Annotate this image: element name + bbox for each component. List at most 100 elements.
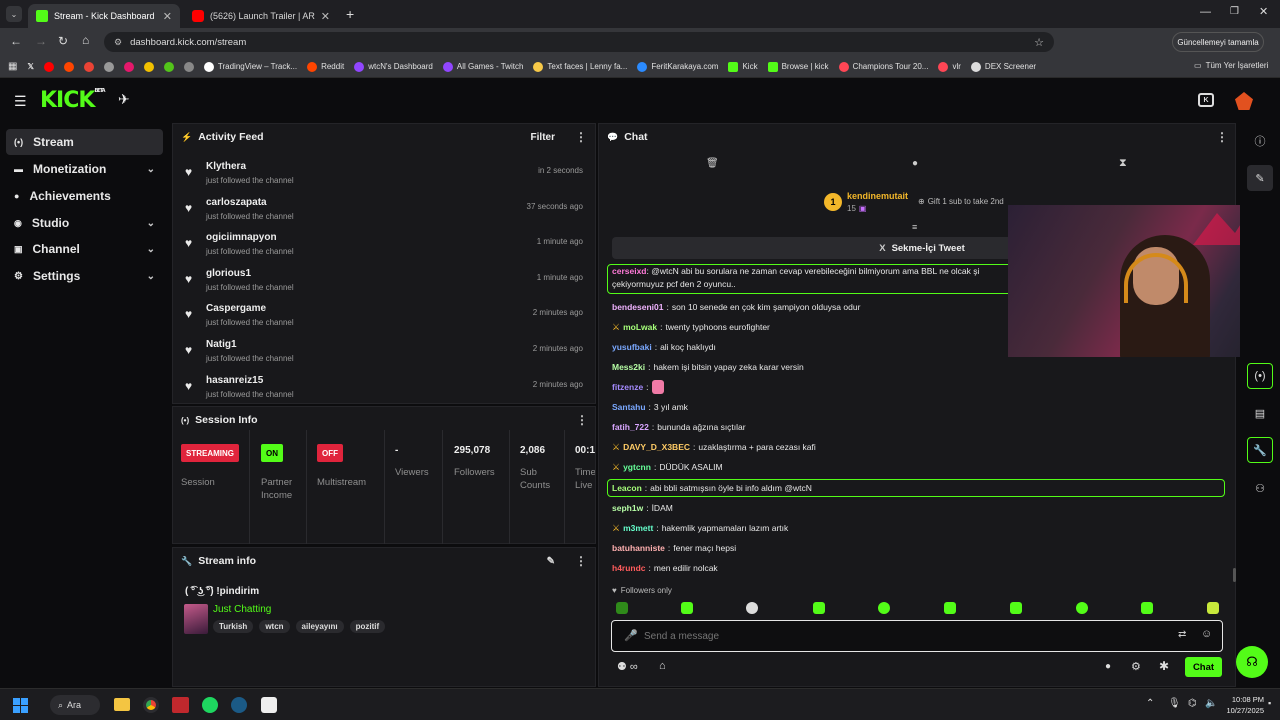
chat-username[interactable]: yusufbaki <box>612 342 652 352</box>
bookmark-wtcn-dashboard[interactable]: wtcN's Dashboard <box>354 61 433 72</box>
chrome-icon[interactable] <box>143 697 159 713</box>
sidebar-item-studio[interactable]: ◉ Studio ⌄ <box>6 210 163 236</box>
sidebar-item-stream[interactable]: (•) Stream <box>6 129 163 155</box>
emote-icon[interactable] <box>1141 602 1153 614</box>
sidebar-item-settings[interactable]: ⚙ Settings ⌄ <box>6 263 163 289</box>
follower-name[interactable]: Natig1 <box>206 339 237 350</box>
tab-search-button[interactable]: ⌄ <box>6 6 22 22</box>
support-headset-button[interactable]: ☊ <box>1236 646 1268 678</box>
chat-username[interactable]: fatih_722 <box>612 422 649 432</box>
follower-name[interactable]: glorious1 <box>206 268 251 279</box>
chat-rules-icon[interactable]: ● <box>1105 661 1111 672</box>
file-explorer-icon[interactable] <box>114 698 130 711</box>
chat-username[interactable]: cerseixd <box>612 266 647 276</box>
more-options-icon[interactable]: ⋮ <box>576 413 588 427</box>
chat-scrollbar[interactable] <box>1233 568 1236 582</box>
multistream-off-badge[interactable]: OFF <box>317 444 343 462</box>
chat-username[interactable]: ygtcnn <box>623 462 651 472</box>
emote-icon[interactable] <box>1207 602 1219 614</box>
chat-username[interactable]: DAVY_D_X3BEC <box>623 442 690 452</box>
chat-username[interactable]: Mess2ki <box>612 362 645 372</box>
kick-logo[interactable]: KICKBETA <box>40 88 106 113</box>
emoji-icon[interactable]: ☺ <box>1201 628 1212 640</box>
sidebar-item-achievements[interactable]: ● Achievements <box>6 183 163 209</box>
more-options-icon[interactable]: ⋮ <box>575 554 587 568</box>
notification-icon[interactable]: ▪ <box>1268 698 1271 708</box>
minimize-window-icon[interactable]: — <box>1200 6 1211 18</box>
bookmark-champions-tour[interactable]: Champions Tour 20... <box>838 61 928 72</box>
game-app-icon[interactable] <box>261 697 277 713</box>
update-button[interactable]: Güncellemeyi tamamla <box>1172 32 1264 52</box>
emote-icon[interactable] <box>1010 602 1022 614</box>
x-icon[interactable]: 𝕏 <box>27 62 33 71</box>
chat-settings-gear-icon[interactable]: ⚙ <box>1131 660 1141 673</box>
windows-start-icon[interactable] <box>13 698 28 713</box>
edit-icon[interactable]: ✎ <box>1247 165 1273 191</box>
bookmark-feritkarakaya[interactable]: FeritKarakaya.com <box>637 61 718 72</box>
spotify-icon[interactable] <box>202 697 218 713</box>
gift-sub-icon[interactable]: ✱ <box>1159 659 1169 673</box>
community-icon[interactable]: ⚇ <box>1247 475 1273 501</box>
emote-icon[interactable] <box>616 602 628 614</box>
chat-input[interactable] <box>644 627 1144 645</box>
bookmark-star-icon[interactable]: ☆ <box>1034 36 1044 49</box>
globe-icon[interactable] <box>183 61 194 72</box>
rocket-icon[interactable]: ✈ <box>118 91 130 108</box>
category-link[interactable]: Just Chatting <box>213 604 271 615</box>
top-gifter-name[interactable]: kendinemutait <box>847 191 908 201</box>
emote-icon[interactable] <box>1076 602 1088 614</box>
follower-name[interactable]: Caspergame <box>206 303 266 314</box>
network-icon[interactable]: ⌬ <box>1188 698 1197 709</box>
chat-username[interactable]: seph1w <box>612 503 643 513</box>
tab-kick-dashboard[interactable]: Stream - Kick Dashboard ✕ <box>28 4 180 28</box>
microphone-tray-icon[interactable]: 🎙 <box>1168 698 1181 709</box>
bookmark-text-faces[interactable]: Text faces | Lenny fa... <box>533 61 627 72</box>
bookmark-dex-screener[interactable]: DEX Screener <box>970 61 1036 72</box>
send-chat-button[interactable]: Chat <box>1185 657 1222 677</box>
wrench-tool-icon[interactable]: 🔧 <box>1247 437 1273 463</box>
chat-input-box[interactable]: 🎤 ⇄ ☺ <box>611 620 1223 652</box>
gift-prompt[interactable]: ⊕ Gift 1 sub to take 2nd <box>918 197 1004 206</box>
filter-button[interactable]: Filter <box>531 132 555 143</box>
microphone-icon[interactable]: 🎤 <box>624 629 638 642</box>
forward-icon[interactable]: → <box>35 34 47 48</box>
close-window-icon[interactable]: ✕ <box>1259 5 1268 18</box>
all-bookmarks-button[interactable]: ▭ Tüm Yer İşaretleri <box>1194 61 1268 70</box>
partner-on-badge[interactable]: ON <box>261 444 283 462</box>
steam-icon[interactable] <box>231 697 247 713</box>
home-icon[interactable]: ⌂ <box>82 33 89 47</box>
chat-username[interactable]: m3mett <box>623 523 653 533</box>
volume-icon[interactable]: 🔈 <box>1205 698 1217 709</box>
gmail-icon[interactable] <box>83 61 94 72</box>
follower-name[interactable]: carloszapata <box>206 197 267 208</box>
bookmark-vlr[interactable]: vlr <box>938 61 961 72</box>
tab-youtube-trailer[interactable]: (5626) Launch Trailer | ARC Raid... ✕ <box>184 4 338 28</box>
chat-trash-tab-icon[interactable]: 🗑 <box>706 158 719 169</box>
bookmark-reddit[interactable]: Reddit <box>307 61 344 72</box>
translate-icon[interactable]: ⇄ <box>1178 629 1186 640</box>
emote-icon[interactable] <box>813 602 825 614</box>
sidebar-item-monetization[interactable]: ▬ Monetization ⌄ <box>6 156 163 182</box>
info-icon[interactable]: ⓘ <box>1247 128 1273 154</box>
chat-username[interactable]: h4rundc <box>612 563 646 573</box>
sidebar-item-channel[interactable]: ▣ Channel ⌄ <box>6 236 163 262</box>
new-tab-button[interactable]: + <box>346 6 354 22</box>
back-icon[interactable]: ← <box>10 34 22 48</box>
chat-username[interactable]: bendeseni01 <box>612 302 664 312</box>
follower-name[interactable]: ogiciimnapyon <box>206 232 277 243</box>
apps-icon[interactable]: ▦ <box>8 61 17 72</box>
store-icon[interactable]: ⌂ <box>659 660 666 672</box>
emote-icon[interactable] <box>878 602 890 614</box>
tray-chevron-icon[interactable]: ⌃ <box>1146 698 1154 709</box>
edit-pencil-icon[interactable]: ✎ <box>547 556 555 567</box>
chat-username[interactable]: Leacon <box>612 483 642 493</box>
menu-icon[interactable]: ☰ <box>14 93 27 110</box>
y-icon[interactable] <box>123 61 134 72</box>
reload-icon[interactable]: ↻ <box>58 34 68 48</box>
bookmark-tradingview[interactable]: TradingView – Track... <box>203 61 297 72</box>
bookmark-kick[interactable]: Kick <box>728 61 758 72</box>
follower-name[interactable]: Klythera <box>206 161 246 172</box>
more-options-icon[interactable]: ⋮ <box>1216 130 1228 144</box>
youtube-bookmark-icon[interactable] <box>43 61 54 72</box>
layout-icon[interactable]: ▤ <box>1247 400 1273 426</box>
